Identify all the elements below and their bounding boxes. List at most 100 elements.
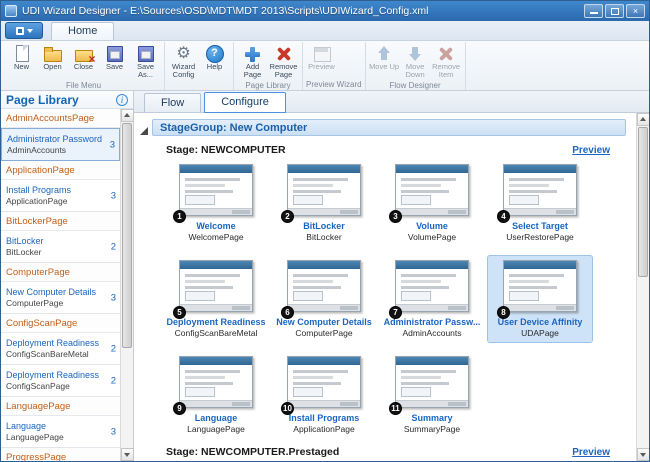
canvas-scrollbar[interactable] bbox=[636, 113, 649, 461]
page-library-item[interactable]: New Computer Details ComputerPage 3 bbox=[1, 282, 120, 314]
tab-flow[interactable]: Flow bbox=[144, 93, 201, 112]
page-item-name[interactable]: Administrator Password bbox=[7, 133, 103, 145]
page-cell-title[interactable]: Welcome bbox=[196, 221, 235, 232]
page-group-header: ProgressPage bbox=[1, 448, 120, 461]
close-button[interactable]: × bbox=[626, 4, 645, 18]
page-cell-title[interactable]: User Device Affinity bbox=[498, 317, 583, 328]
page-library-scrollbar[interactable] bbox=[120, 109, 133, 461]
tab-home[interactable]: Home bbox=[51, 22, 114, 40]
ribbon-group-label: Page Library bbox=[237, 81, 299, 90]
thumbnail-content-line bbox=[185, 382, 233, 385]
page-item-count: 3 bbox=[111, 426, 116, 437]
ribbon-button[interactable]: Preview bbox=[306, 43, 337, 72]
page-item-name[interactable]: Install Programs bbox=[6, 184, 104, 196]
page-library-item[interactable]: Language LanguagePage 3 bbox=[1, 416, 120, 448]
page-number-badge: 7 bbox=[389, 306, 402, 319]
page-number-badge: 10 bbox=[281, 402, 294, 415]
wizard-page-cell[interactable]: 8 User Device Affinity UDAPage bbox=[488, 256, 592, 342]
wizard-page-thumbnail[interactable] bbox=[179, 260, 253, 312]
scroll-up-icon[interactable] bbox=[637, 113, 649, 126]
wizard-page-thumbnail[interactable] bbox=[179, 164, 253, 216]
wizard-page-cell[interactable]: 10 Install Programs ApplicationPage bbox=[272, 352, 376, 438]
page-item-name[interactable]: Deployment Readiness bbox=[6, 369, 104, 381]
ribbon-button[interactable]: Remove Page bbox=[268, 43, 299, 81]
stage-preview-link[interactable]: Preview bbox=[572, 447, 610, 458]
page-item-name[interactable]: Language bbox=[6, 420, 104, 432]
page-item-type: AdminAccounts bbox=[7, 145, 103, 156]
wizard-page-cell[interactable]: 11 Summary SummaryPage bbox=[380, 352, 484, 438]
saveas-icon bbox=[135, 44, 157, 63]
tab-configure[interactable]: Configure bbox=[204, 92, 286, 113]
page-cell-title[interactable]: New Computer Details bbox=[276, 317, 372, 328]
wizard-page-thumbnail[interactable] bbox=[503, 164, 577, 216]
page-library-group: ProgressPage bbox=[1, 448, 120, 461]
scrollbar-thumb[interactable] bbox=[122, 123, 132, 348]
page-item-name[interactable]: BitLocker bbox=[6, 235, 104, 247]
ribbon-button[interactable]: Wizard Config bbox=[168, 43, 199, 81]
ribbon-button[interactable]: New bbox=[6, 43, 37, 72]
page-cell-title[interactable]: Administrator Passw... bbox=[384, 317, 481, 328]
scroll-up-icon[interactable] bbox=[121, 109, 134, 122]
wizard-page-cell[interactable]: 6 New Computer Details ComputerPage bbox=[272, 256, 376, 342]
ribbon-button[interactable]: Help bbox=[199, 43, 230, 72]
ribbon-button[interactable]: Remove Item bbox=[431, 43, 462, 81]
wizard-page-cell[interactable]: 5 Deployment Readiness ConfigScanBareMet… bbox=[164, 256, 268, 342]
page-library-item[interactable]: Deployment Readiness ConfigScanPage 2 bbox=[1, 365, 120, 397]
wizard-page-thumbnail[interactable] bbox=[395, 164, 469, 216]
page-cell-type: ConfigScanBareMetal bbox=[175, 328, 258, 338]
scroll-down-icon[interactable] bbox=[637, 448, 649, 461]
application-menu-button[interactable] bbox=[5, 22, 43, 39]
page-cell-title[interactable]: Summary bbox=[411, 413, 452, 424]
page-item-name[interactable]: Deployment Readiness bbox=[6, 337, 104, 349]
title-bar: UDI Wizard Designer - E:\Sources\OSD\MDT… bbox=[1, 1, 649, 21]
page-group-items: Install Programs ApplicationPage 3 bbox=[1, 180, 120, 212]
maximize-icon bbox=[611, 8, 619, 15]
thumbnail-content-line bbox=[185, 370, 240, 373]
wizard-page-thumbnail[interactable] bbox=[395, 356, 469, 408]
wizard-page-cell[interactable]: 7 Administrator Passw... AdminAccounts bbox=[380, 256, 484, 342]
page-cell-title[interactable]: BitLocker bbox=[303, 221, 345, 232]
ribbon-button[interactable]: Move Up bbox=[369, 43, 400, 72]
ribbon-group: New Open Close bbox=[3, 42, 165, 90]
page-library-item[interactable]: Administrator Password AdminAccounts 3 bbox=[1, 128, 120, 161]
page-library-panel: Page Library i AdminAccountsPage Adm bbox=[1, 91, 134, 461]
scroll-down-icon[interactable] bbox=[121, 448, 134, 461]
collapse-arrow-icon[interactable] bbox=[140, 127, 148, 135]
wizard-page-cell[interactable]: 4 Select Target UserRestorePage bbox=[488, 160, 592, 246]
wizard-page-thumbnail[interactable] bbox=[395, 260, 469, 312]
ribbon-button[interactable]: Add Page bbox=[237, 43, 268, 81]
wizard-page-cell[interactable]: 2 BitLocker BitLocker bbox=[272, 160, 376, 246]
page-library-item[interactable]: Install Programs ApplicationPage 3 bbox=[1, 180, 120, 212]
stage-group-header[interactable]: StageGroup: New Computer bbox=[152, 119, 626, 136]
ribbon-button[interactable]: Save bbox=[99, 43, 130, 72]
maximize-button[interactable] bbox=[605, 4, 624, 18]
wizard-page-cell[interactable]: 1 Welcome WelcomePage bbox=[164, 160, 268, 246]
ribbon-button[interactable]: Save As... bbox=[130, 43, 161, 81]
wizard-page-cell[interactable]: 9 Language LanguagePage bbox=[164, 352, 268, 438]
page-library-item[interactable]: BitLocker BitLocker 2 bbox=[1, 231, 120, 263]
page-library-item[interactable]: Deployment Readiness ConfigScanBareMetal… bbox=[1, 333, 120, 365]
info-icon[interactable]: i bbox=[116, 94, 128, 106]
wizard-page-thumbnail[interactable] bbox=[503, 260, 577, 312]
wizard-page-cell[interactable]: 3 Volume VolumePage bbox=[380, 160, 484, 246]
thumbnail-titlebar bbox=[288, 261, 360, 269]
page-cell-title[interactable]: Select Target bbox=[512, 221, 568, 232]
page-cell-title[interactable]: Language bbox=[195, 413, 238, 424]
minimize-button[interactable] bbox=[584, 4, 603, 18]
ribbon-button[interactable]: Open bbox=[37, 43, 68, 72]
ribbon-button[interactable]: Close bbox=[68, 43, 99, 72]
stage-preview-link[interactable]: Preview bbox=[572, 145, 610, 156]
page-cell-title[interactable]: Install Programs bbox=[289, 413, 360, 424]
thumbnail-content-line bbox=[401, 190, 449, 193]
wizard-page-thumbnail[interactable] bbox=[287, 260, 361, 312]
page-item-count: 3 bbox=[110, 139, 115, 150]
page-item-name[interactable]: New Computer Details bbox=[6, 286, 104, 298]
wizard-page-thumbnail[interactable] bbox=[179, 356, 253, 408]
ribbon-button[interactable]: Move Down bbox=[400, 43, 431, 81]
page-cell-title[interactable]: Volume bbox=[416, 221, 448, 232]
thumbnail-content-line bbox=[509, 274, 564, 277]
scrollbar-thumb[interactable] bbox=[638, 127, 648, 277]
wizard-page-thumbnail[interactable] bbox=[287, 164, 361, 216]
wizard-page-thumbnail[interactable] bbox=[287, 356, 361, 408]
thumbnail-buttonbar bbox=[396, 400, 468, 407]
